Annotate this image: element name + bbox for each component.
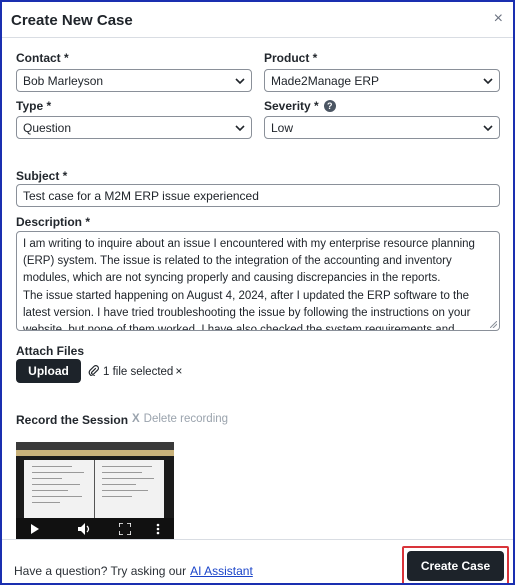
contact-value: Bob Marleyson	[23, 74, 104, 88]
video-app-titlebar	[16, 442, 174, 450]
product-value: Made2Manage ERP	[271, 74, 380, 88]
type-select[interactable]: Question	[16, 116, 252, 139]
description-paragraph: The issue started happening on August 4,…	[23, 289, 471, 331]
subject-label: Subject *	[16, 169, 68, 183]
delete-recording-button[interactable]: X Delete recording	[132, 413, 228, 425]
attach-files-label: Attach Files	[16, 344, 85, 358]
remove-file-icon[interactable]: ×	[175, 364, 182, 378]
paperclip-icon	[88, 365, 99, 377]
upload-button[interactable]: Upload	[16, 359, 81, 383]
dialog-header: Create New Case ×	[2, 2, 513, 38]
question-text: Have a question? Try asking our	[14, 564, 187, 578]
type-label: Type *	[16, 99, 52, 113]
more-options-icon[interactable]	[156, 523, 160, 535]
contact-label: Contact *	[16, 51, 69, 65]
severity-value: Low	[271, 121, 294, 135]
dialog-title: Create New Case	[11, 12, 133, 29]
dialog-footer: Have a question? Try asking our AI Assist…	[2, 539, 513, 583]
ai-assistant-link[interactable]: AI Assistant	[190, 564, 253, 578]
ai-assistant-prompt: Have a question? Try asking our AI Assist…	[14, 564, 253, 578]
volume-icon[interactable]	[78, 523, 92, 535]
chevron-down-icon	[235, 78, 245, 85]
record-session-label: Record the Session	[16, 413, 129, 427]
chevron-down-icon	[483, 78, 493, 85]
chevron-down-icon	[235, 125, 245, 132]
help-icon[interactable]: ?	[323, 100, 336, 112]
file-status-text: 1 file selected	[103, 366, 174, 378]
product-select[interactable]: Made2Manage ERP	[264, 69, 500, 92]
create-case-dialog: Create New Case × Contact * Bob Marleyso…	[0, 0, 515, 585]
severity-label-text: Severity *	[264, 99, 319, 113]
type-value: Question	[23, 121, 72, 135]
video-document-pages	[24, 460, 164, 522]
severity-label: Severity *?	[264, 99, 336, 113]
chevron-down-icon	[483, 125, 493, 132]
close-icon[interactable]: ×	[494, 11, 503, 27]
description-textarea[interactable]: I am writing to inquire about an issue I…	[16, 231, 500, 331]
description-paragraph: I am writing to inquire about an issue I…	[23, 238, 475, 285]
session-recording-video[interactable]	[16, 442, 174, 539]
fullscreen-icon[interactable]	[119, 523, 131, 535]
video-controls	[16, 518, 174, 539]
product-label: Product *	[264, 51, 318, 65]
description-label: Description *	[16, 215, 91, 229]
play-icon[interactable]	[30, 524, 40, 534]
create-case-button[interactable]: Create Case	[407, 551, 504, 581]
video-app-toolbar	[16, 450, 174, 456]
create-case-highlight: Create Case	[402, 546, 509, 583]
dialog-body[interactable]: Contact * Bob Marleyson Product * Made2M…	[2, 39, 513, 539]
delete-recording-label: Delete recording	[143, 413, 229, 425]
delete-icon: X	[132, 413, 140, 425]
file-selection: 1 file selected ×	[88, 364, 182, 378]
subject-input[interactable]: Test case for a M2M ERP issue experience…	[16, 184, 500, 207]
resize-handle-icon[interactable]	[490, 321, 497, 328]
severity-select[interactable]: Low	[264, 116, 500, 139]
contact-select[interactable]: Bob Marleyson	[16, 69, 252, 92]
